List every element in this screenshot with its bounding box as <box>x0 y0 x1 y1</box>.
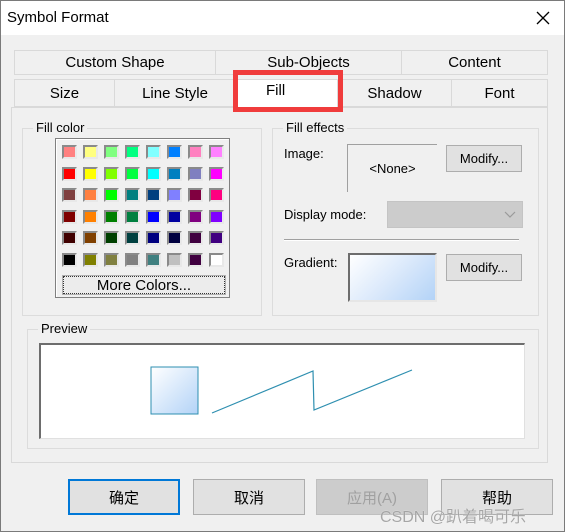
tab-label: Size <box>49 84 80 102</box>
image-modify-button[interactable]: Modify... <box>446 145 522 172</box>
tab-custom-shape[interactable]: Custom Shape <box>14 50 216 75</box>
image-value: <None> <box>369 161 416 176</box>
color-swatch[interactable] <box>125 231 140 245</box>
tab-size[interactable]: Size <box>14 79 115 107</box>
color-swatch[interactable] <box>62 252 77 267</box>
tab-label: Fill <box>266 82 286 99</box>
color-swatch[interactable] <box>83 209 98 224</box>
color-swatch[interactable] <box>167 166 182 181</box>
color-swatch[interactable] <box>188 231 203 245</box>
color-swatch[interactable] <box>62 209 77 224</box>
gradient-modify-button[interactable]: Modify... <box>446 254 522 281</box>
color-swatch[interactable] <box>146 188 161 202</box>
color-swatch[interactable] <box>146 231 161 245</box>
color-swatch[interactable] <box>83 252 98 267</box>
color-swatch[interactable] <box>104 166 119 181</box>
color-swatch[interactable] <box>104 231 119 245</box>
tab-label: Custom Shape <box>65 54 165 71</box>
preview-canvas <box>39 343 525 439</box>
color-swatch[interactable] <box>62 231 77 245</box>
preview-drawing <box>150 366 413 415</box>
fill-effects-label: Fill effects <box>283 120 348 135</box>
color-swatch[interactable] <box>62 166 77 181</box>
color-swatch[interactable] <box>146 166 161 181</box>
button-label: 取消 <box>233 489 264 507</box>
color-swatch[interactable] <box>125 145 140 159</box>
separator <box>284 239 519 241</box>
color-swatch[interactable] <box>209 231 224 245</box>
color-swatch[interactable] <box>62 188 77 202</box>
button-label: 确定 <box>108 489 139 507</box>
button-label: 应用(A) <box>347 489 397 507</box>
tab-fill[interactable]: Fill <box>235 79 338 108</box>
color-swatch[interactable] <box>83 166 98 181</box>
color-palette: More Colors... <box>55 138 230 298</box>
display-mode-select[interactable] <box>387 201 523 228</box>
tab-font[interactable]: Font <box>451 79 548 107</box>
color-swatch[interactable] <box>125 209 140 224</box>
image-preview: <None> <box>347 144 437 192</box>
gradient-label: Gradient: <box>284 255 338 270</box>
color-swatch[interactable] <box>146 252 161 267</box>
color-swatch[interactable] <box>125 188 140 202</box>
color-swatch[interactable] <box>209 252 224 267</box>
tab-label: Line Style <box>142 84 208 102</box>
preview-shape <box>150 366 199 415</box>
color-swatch[interactable] <box>167 231 182 245</box>
color-swatch[interactable] <box>104 188 119 202</box>
dialog-title: Symbol Format <box>7 9 109 26</box>
ok-button[interactable]: 确定 <box>68 479 180 515</box>
color-swatch[interactable] <box>104 209 119 224</box>
color-swatch[interactable] <box>146 209 161 224</box>
tab-label: Shadow <box>367 84 422 102</box>
color-swatch[interactable] <box>209 145 224 159</box>
color-swatch[interactable] <box>188 209 203 224</box>
help-button[interactable]: 帮助 <box>441 479 553 515</box>
color-swatch[interactable] <box>125 252 140 267</box>
preview-line <box>211 369 413 414</box>
image-label: Image: <box>284 146 324 161</box>
color-swatch[interactable] <box>167 145 182 159</box>
button-label: Modify... <box>459 151 509 166</box>
title-bar: Symbol Format <box>1 1 564 35</box>
color-swatch[interactable] <box>83 188 98 202</box>
close-icon <box>536 11 550 25</box>
chevron-down-icon <box>504 211 516 218</box>
apply-button: 应用(A) <box>316 479 428 515</box>
color-swatch[interactable] <box>62 145 77 159</box>
color-swatch[interactable] <box>209 188 224 202</box>
color-swatch[interactable] <box>83 231 98 245</box>
close-button[interactable] <box>528 5 558 31</box>
preview-label: Preview <box>38 321 91 336</box>
tab-sub-objects[interactable]: Sub-Objects <box>215 50 402 75</box>
tab-content[interactable]: Content <box>401 50 548 75</box>
color-swatch[interactable] <box>188 145 203 159</box>
tab-label: Sub-Objects <box>267 54 350 71</box>
fill-color-label: Fill color <box>33 120 88 135</box>
color-swatch[interactable] <box>104 252 119 267</box>
color-swatch[interactable] <box>209 209 224 224</box>
color-swatch[interactable] <box>188 252 203 267</box>
tab-label: Font <box>484 84 515 102</box>
display-mode-label: Display mode: <box>284 207 367 222</box>
color-swatch[interactable] <box>167 188 182 202</box>
button-label: 帮助 <box>481 489 512 507</box>
color-swatch[interactable] <box>125 166 140 181</box>
color-swatch[interactable] <box>188 188 203 202</box>
gradient-preview <box>348 253 437 302</box>
button-label: Modify... <box>459 260 509 275</box>
tab-line-style[interactable]: Line Style <box>114 79 236 107</box>
color-swatch[interactable] <box>83 145 98 159</box>
color-swatch[interactable] <box>146 145 161 159</box>
color-swatch[interactable] <box>188 166 203 181</box>
color-swatch[interactable] <box>209 166 224 181</box>
more-colors-button[interactable]: More Colors... <box>62 275 226 295</box>
color-swatch[interactable] <box>167 209 182 224</box>
cancel-button[interactable]: 取消 <box>193 479 305 515</box>
tab-label: Content <box>448 54 501 71</box>
color-swatch[interactable] <box>167 252 182 267</box>
tab-shadow[interactable]: Shadow <box>337 79 452 107</box>
color-swatch[interactable] <box>104 145 119 159</box>
